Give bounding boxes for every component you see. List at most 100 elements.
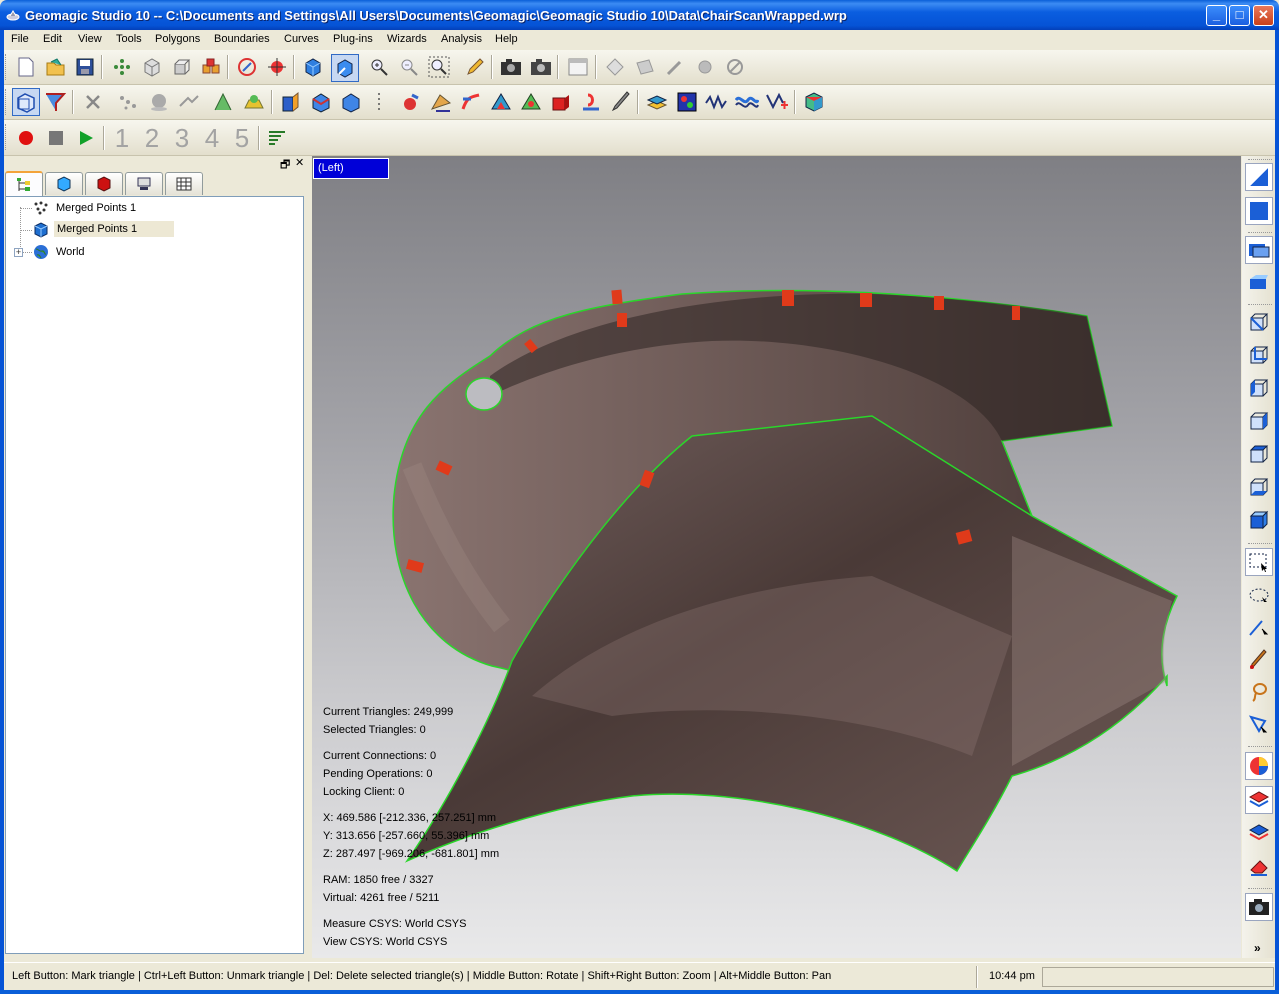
macro-5-button[interactable]: 5 [229, 124, 255, 152]
menu-analysis[interactable]: Analysis [441, 33, 482, 45]
select-box-icon[interactable] [12, 88, 40, 116]
panel-close-button[interactable]: ✕ [295, 156, 304, 169]
curvature-icon[interactable] [705, 90, 729, 114]
view-top-icon[interactable] [1245, 440, 1273, 468]
menu-edit[interactable]: Edit [43, 33, 62, 45]
macro-4-button[interactable]: 4 [199, 124, 225, 152]
add-spike-icon[interactable] [765, 90, 789, 114]
dotted-line-icon[interactable] [367, 90, 391, 114]
wireframe-cube-icon[interactable] [140, 55, 164, 79]
open-file-icon[interactable] [44, 55, 68, 79]
tree-item-merged-points-1[interactable]: Merged Points 1 [6, 198, 296, 218]
relax-icon[interactable] [459, 90, 483, 114]
layers-icon[interactable] [645, 90, 669, 114]
view-front-icon[interactable] [1245, 308, 1273, 336]
close-button[interactable]: ✕ [1253, 5, 1274, 26]
background-icon[interactable] [1245, 236, 1273, 264]
color-ball-icon[interactable] [1245, 752, 1273, 780]
rotate-view-icon[interactable] [235, 55, 259, 79]
red-block-icon[interactable] [549, 90, 573, 114]
camera-icon[interactable] [499, 55, 523, 79]
menu-curves[interactable]: Curves [284, 33, 319, 45]
smooth-shaded-icon[interactable] [339, 90, 363, 114]
view-back-icon[interactable] [1245, 341, 1273, 369]
deviation-map-icon[interactable] [675, 90, 699, 114]
line-select-icon[interactable] [1245, 614, 1273, 642]
eraser-icon[interactable] [1245, 852, 1273, 880]
circle-icon[interactable] [693, 55, 717, 79]
minimize-button[interactable]: _ [1206, 5, 1227, 26]
rectangle-select-icon[interactable] [1245, 548, 1273, 576]
lighting-icon[interactable] [1245, 270, 1273, 298]
polyline-select-icon[interactable] [1245, 710, 1273, 738]
view-isometric-icon[interactable] [1245, 506, 1273, 534]
zoom-in-icon[interactable] [367, 55, 391, 79]
expand-icon[interactable]: + [14, 248, 23, 257]
maximize-button[interactable]: □ [1229, 5, 1250, 26]
menu-view[interactable]: View [78, 33, 102, 45]
sandpaper-icon[interactable] [429, 90, 453, 114]
stop-icon[interactable] [44, 126, 68, 150]
tree-item-world[interactable]: + World [6, 242, 296, 262]
blue-cube-icon[interactable] [301, 55, 325, 79]
no-entry-icon[interactable] [723, 55, 747, 79]
offset-icon[interactable] [579, 90, 603, 114]
solid-cube-icon[interactable] [170, 55, 194, 79]
surface-tool-icon[interactable] [633, 55, 657, 79]
plane-tool-icon[interactable] [603, 55, 627, 79]
macro-1-button[interactable]: 1 [109, 124, 135, 152]
tab-statistics[interactable] [165, 172, 203, 195]
menu-boundaries[interactable]: Boundaries [214, 33, 270, 45]
tree-item-merged-points-1-polygons[interactable]: Merged Points 1 [6, 220, 296, 240]
zoom-out-icon[interactable] [397, 55, 421, 79]
tab-model-manager[interactable] [5, 171, 43, 196]
sphere-icon[interactable] [147, 90, 171, 114]
layer-red-icon[interactable] [1245, 786, 1273, 814]
wrap-icon[interactable] [212, 90, 236, 114]
tab-display[interactable] [45, 172, 83, 195]
tab-scanner[interactable] [125, 172, 163, 195]
wave-icon[interactable] [735, 90, 759, 114]
flat-shaded-icon[interactable] [309, 90, 333, 114]
macro-3-button[interactable]: 3 [169, 124, 195, 152]
blue-cube-selected-icon[interactable] [331, 54, 359, 82]
macro-list-icon[interactable] [265, 126, 289, 150]
target-icon[interactable] [265, 55, 289, 79]
graphics-viewport[interactable]: (Left) Current Triangles: 249,999 Select… [312, 156, 1241, 958]
shading-smooth-icon[interactable] [1245, 197, 1273, 225]
paintbrush-select-icon[interactable] [1245, 646, 1273, 674]
color-cube-icon[interactable] [802, 90, 826, 114]
pencil-icon[interactable] [463, 55, 487, 79]
brush-icon[interactable] [609, 90, 633, 114]
solid-shaded-icon[interactable] [279, 90, 303, 114]
probe-icon[interactable] [663, 55, 687, 79]
ellipse-select-icon[interactable] [1245, 582, 1273, 610]
record-icon[interactable] [14, 126, 38, 150]
shading-flat-icon[interactable] [1245, 163, 1273, 191]
lasso-select-icon[interactable] [43, 90, 67, 114]
menu-polygons[interactable]: Polygons [155, 33, 200, 45]
reduce-noise-icon[interactable] [117, 90, 141, 114]
defeature-icon[interactable] [519, 90, 543, 114]
fill-holes-icon[interactable] [242, 90, 266, 114]
tab-mesh[interactable] [85, 172, 123, 195]
play-icon[interactable] [74, 126, 98, 150]
sample-icon[interactable] [177, 90, 201, 114]
menu-help[interactable]: Help [495, 33, 518, 45]
mesh-doctor-icon[interactable] [489, 90, 513, 114]
points-icon[interactable] [110, 55, 134, 79]
new-file-icon[interactable] [14, 55, 38, 79]
window-icon[interactable] [566, 55, 590, 79]
objects-icon[interactable] [199, 55, 223, 79]
view-left-icon[interactable] [1245, 374, 1273, 402]
save-icon[interactable] [73, 55, 97, 79]
title-bar[interactable]: Geomagic Studio 10 -- C:\Documents and S… [0, 0, 1279, 30]
menu-file[interactable]: File [11, 33, 29, 45]
macro-2-button[interactable]: 2 [139, 124, 165, 152]
menu-plug-ins[interactable]: Plug-ins [333, 33, 373, 45]
menu-tools[interactable]: Tools [116, 33, 142, 45]
lasso-icon[interactable] [1245, 678, 1273, 706]
view-right-icon[interactable] [1245, 407, 1273, 435]
view-bottom-icon[interactable] [1245, 473, 1273, 501]
camera-settings-icon[interactable] [529, 55, 553, 79]
